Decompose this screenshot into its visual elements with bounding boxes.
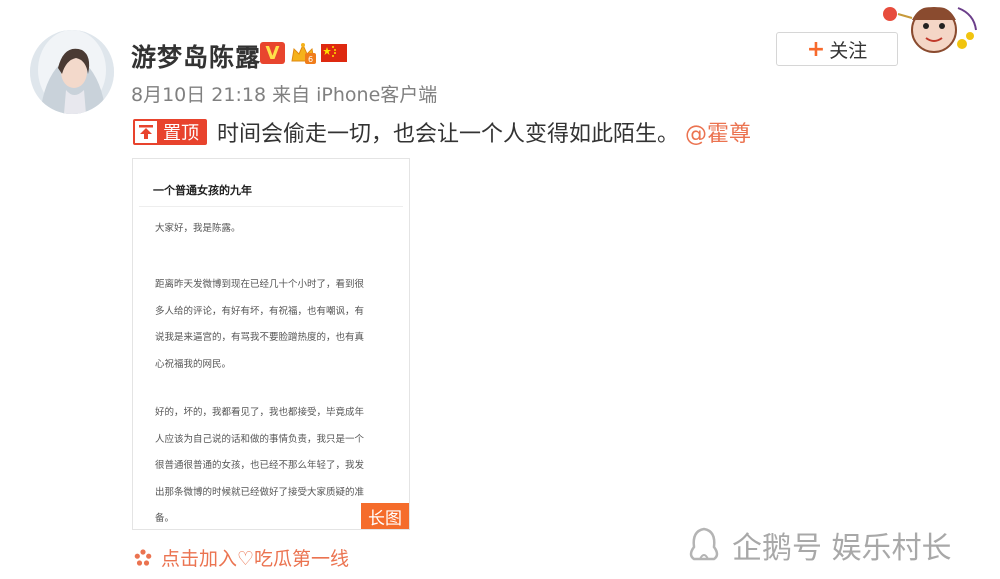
follow-label: 关注 — [829, 39, 868, 62]
watermark: 企鹅号 娱乐村长 — [684, 523, 952, 567]
post-content: 置顶 时间会偷走一切，也会让一个人变得如此陌生。 @霍尊 — [133, 116, 751, 148]
long-image-line: 大家好，我是陈露。 — [155, 223, 241, 234]
china-flag-icon — [321, 44, 347, 62]
pinned-badge: 置顶 — [133, 119, 207, 145]
long-image-line: 备。 — [155, 513, 175, 524]
recommend-text: 点击加入♡吃瓜第一线 — [161, 548, 350, 570]
follow-button[interactable]: + 关注 — [776, 32, 898, 66]
username[interactable]: 游梦岛陈露 — [131, 38, 261, 74]
long-image-paragraph: 大家好，我是陈露。 — [155, 216, 241, 243]
long-image-line: 说我是来逼宫的，有骂我不要脸蹭热度的，也有真 — [155, 332, 365, 343]
penguin-logo-icon — [689, 527, 719, 561]
long-image-tag: 长图 — [361, 503, 409, 529]
long-image[interactable]: 一个普通女孩的九年 大家好，我是陈露。 距离昨天发微博到现在已经几十个小时了，看… — [132, 158, 410, 530]
long-image-paragraph: 好的，坏的，我都看见了，我也都接受，毕竟成年 人应该为自己说的话和做的事情负责，… — [155, 400, 365, 529]
long-image-line: 心祝福我的网民。 — [155, 358, 232, 370]
long-image-line: 出那条微博的时候就已经做好了接受大家质疑的准 — [155, 486, 365, 498]
pin-icon — [135, 121, 157, 143]
user-avatar[interactable] — [30, 30, 114, 114]
long-image-line: 多人给的评论，有好有坏，有祝福，也有嘲讽，有 — [155, 305, 365, 317]
crown-icon: 6 — [291, 43, 316, 64]
long-image-divider — [139, 206, 403, 207]
long-image-line: 很普通很普通的女孩，也已经不那么年轻了，我发 — [155, 460, 365, 471]
long-image-line: 距离昨天发微博到现在已经几十个小时了，看到很 — [155, 279, 365, 290]
post-text: 时间会偷走一切，也会让一个人变得如此陌生。 — [217, 122, 680, 147]
plus-icon: + — [806, 36, 826, 62]
flower-icon — [134, 548, 152, 566]
long-image-paragraph: 距离昨天发微博到现在已经几十个小时了，看到很 多人给的评论，有好有坏，有祝福，也… — [155, 272, 364, 378]
user-badges: V 6 — [260, 41, 347, 65]
svg-text:6: 6 — [308, 55, 313, 64]
long-image-line: 好的，坏的，我都看见了，我也都接受，毕竟成年 — [155, 407, 365, 418]
verified-icon: V — [260, 42, 285, 64]
post-meta: 8月10日 21:18 来自 iPhone客户端 — [131, 84, 438, 106]
long-image-title: 一个普通女孩的九年 — [153, 184, 252, 197]
long-image-line: 人应该为自己说的话和做的事情负责，我只是一个 — [155, 433, 365, 445]
recommend-link[interactable]: 点击加入♡吃瓜第一线 — [133, 544, 349, 571]
pinned-label: 置顶 — [163, 123, 199, 144]
watermark-text: 企鹅号 娱乐村长 — [732, 531, 952, 566]
mention-link[interactable]: @霍尊 — [685, 116, 751, 148]
